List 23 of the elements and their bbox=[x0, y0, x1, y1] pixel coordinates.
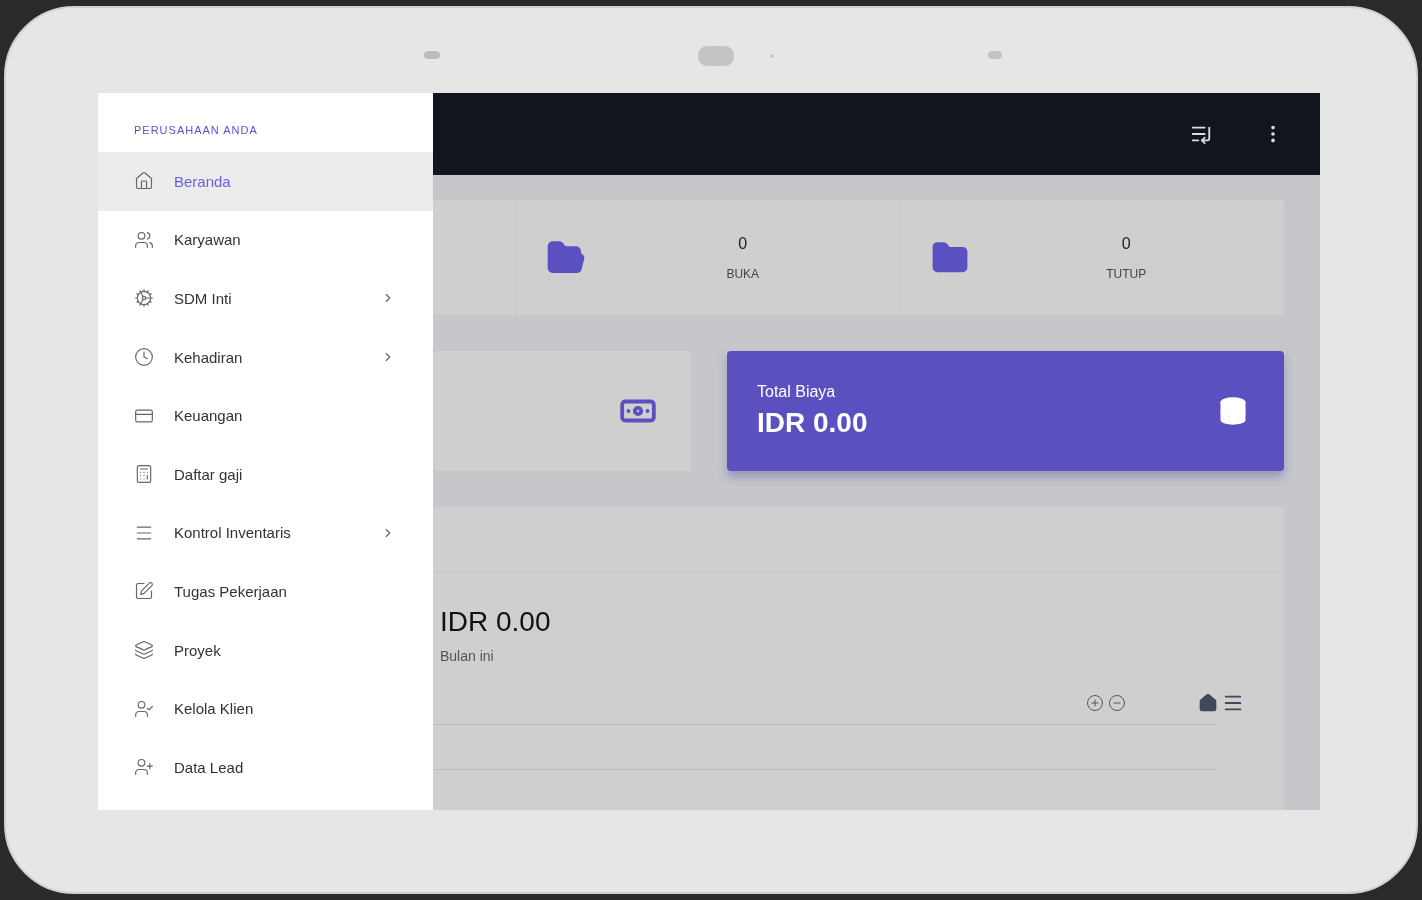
zoom-in-icon[interactable] bbox=[1086, 694, 1104, 712]
edit-icon bbox=[134, 581, 154, 602]
chart-caption: Bulan ini bbox=[439, 647, 495, 664]
card-amount: IDR 0.00 bbox=[757, 407, 868, 439]
home-icon[interactable] bbox=[1198, 693, 1218, 713]
card-title: Total Biaya bbox=[757, 383, 837, 401]
stat-label: TUTUP bbox=[1106, 266, 1147, 281]
sidebar-item[interactable]: Beranda bbox=[98, 152, 433, 211]
stat-value: 0 bbox=[738, 234, 748, 253]
chart-amount: IDR 0.00 bbox=[439, 605, 552, 638]
clock-icon bbox=[134, 347, 154, 368]
zoom-out-icon[interactable] bbox=[1108, 694, 1126, 712]
gear-icon bbox=[134, 288, 154, 309]
users-icon bbox=[134, 229, 154, 250]
user-check-icon bbox=[134, 698, 154, 719]
sidebar-heading: PERUSAHAAN ANDA bbox=[133, 123, 259, 138]
database-icon bbox=[1218, 396, 1248, 426]
stat-value: 0 bbox=[1121, 234, 1131, 253]
layers-icon bbox=[134, 640, 154, 661]
calculator-icon bbox=[134, 464, 154, 485]
home-icon bbox=[134, 171, 154, 192]
stat-label: BUKA bbox=[726, 266, 760, 281]
user-plus-icon bbox=[134, 757, 154, 778]
